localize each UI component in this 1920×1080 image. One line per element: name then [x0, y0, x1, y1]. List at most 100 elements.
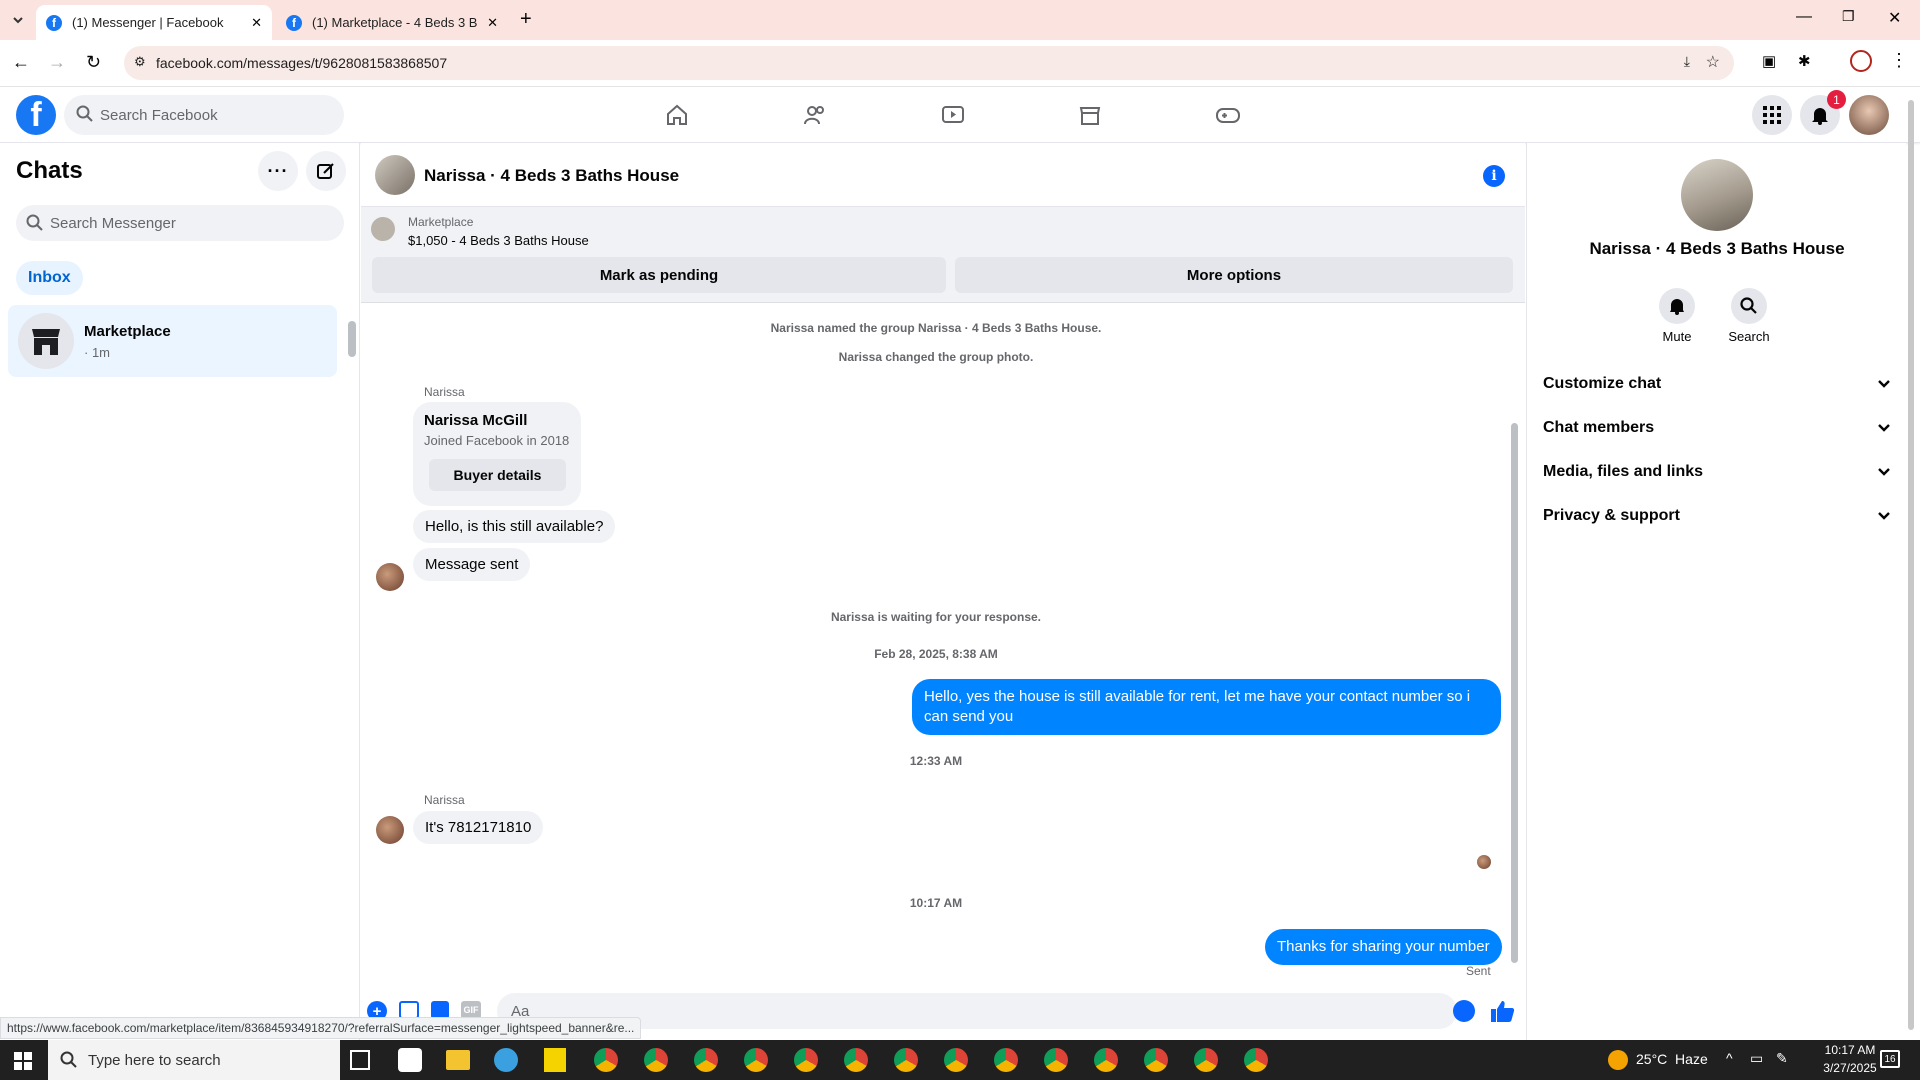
chrome-icon[interactable]	[844, 1048, 868, 1072]
chat-members-row[interactable]: Chat members	[1543, 406, 1891, 450]
back-icon[interactable]: ←	[12, 52, 30, 73]
restore-icon[interactable]: ❐	[1842, 8, 1855, 25]
info-icon[interactable]: i	[1483, 165, 1505, 187]
reload-icon[interactable]: ↻	[86, 52, 101, 73]
browser-tabstrip: f (1) Messenger | Facebook ✕ f (1) Marke…	[0, 0, 1920, 40]
more-options-button[interactable]: More options	[955, 257, 1513, 293]
taskbar-search-input[interactable]: Type here to search	[48, 1040, 340, 1080]
chat-list-item[interactable]: Marketplace · 1m	[8, 305, 337, 377]
conversation-title[interactable]: Narissa · 4 Beds 3 Baths House	[424, 166, 679, 186]
app-icon[interactable]	[398, 1048, 422, 1072]
close-tab-icon[interactable]: ✕	[487, 15, 498, 31]
tab-inbox[interactable]: Inbox	[16, 261, 83, 295]
tab-marketplace[interactable]: f (1) Marketplace - 4 Beds 3 Bath ✕	[276, 5, 508, 40]
window-close-icon[interactable]: ✕	[1888, 8, 1901, 28]
file-explorer-icon[interactable]	[446, 1050, 470, 1070]
friends-icon[interactable]	[797, 97, 833, 133]
chrome-icon[interactable]	[1144, 1048, 1168, 1072]
sidebar-scrollbar[interactable]	[348, 321, 356, 357]
sender-name: Narissa	[424, 793, 465, 807]
search-placeholder: Search Messenger	[50, 214, 176, 232]
search-messenger-input[interactable]: Search Messenger	[16, 205, 344, 241]
more-options-icon[interactable]: ···	[258, 151, 298, 191]
marketplace-avatar	[18, 313, 74, 369]
outgoing-message[interactable]: Thanks for sharing your number	[1265, 929, 1502, 965]
mute-bell-icon[interactable]	[1659, 288, 1695, 324]
account-avatar[interactable]	[1849, 95, 1889, 135]
profile-icon[interactable]	[1850, 50, 1872, 72]
thumbs-up-icon[interactable]	[1489, 999, 1515, 1023]
browser-menu-icon[interactable]: ⋮	[1890, 50, 1908, 71]
chrome-icon[interactable]	[644, 1048, 668, 1072]
emoji-icon[interactable]	[1453, 1000, 1475, 1022]
tab-search-icon[interactable]	[8, 10, 28, 30]
privacy-support-row[interactable]: Privacy & support	[1543, 494, 1891, 538]
chrome-icon[interactable]	[894, 1048, 918, 1072]
video-icon[interactable]	[935, 97, 971, 133]
facebook-search-input[interactable]: Search Facebook	[64, 95, 344, 135]
weather-icon[interactable]	[1608, 1050, 1628, 1070]
notification-badge: 1	[1827, 90, 1846, 109]
windows-start-icon[interactable]	[14, 1052, 32, 1070]
search-icon	[60, 1051, 78, 1069]
chrome-icon[interactable]	[794, 1048, 818, 1072]
media-files-links-row[interactable]: Media, files and links	[1543, 450, 1891, 494]
forward-icon[interactable]: →	[48, 52, 66, 73]
incoming-message[interactable]: Message sent	[413, 548, 531, 581]
weather-text[interactable]: 25°C Haze	[1636, 1051, 1708, 1067]
search-placeholder: Search Facebook	[100, 106, 218, 124]
pen-icon[interactable]: ✎	[1776, 1050, 1788, 1067]
network-icon[interactable]: ▭	[1750, 1050, 1763, 1067]
sticky-notes-icon[interactable]	[544, 1048, 566, 1072]
incoming-message[interactable]: Hello, is this still available?	[413, 510, 616, 543]
extensions-puzzle-icon[interactable]: ✱	[1798, 52, 1811, 70]
narissa-avatar[interactable]	[376, 816, 404, 844]
gaming-icon[interactable]	[1210, 97, 1246, 133]
conversation-scrollbar[interactable]	[1511, 423, 1518, 963]
new-message-icon[interactable]	[306, 151, 346, 191]
bookmark-star-icon[interactable]: ☆	[1706, 52, 1720, 72]
chrome-icon[interactable]	[744, 1048, 768, 1072]
marketplace-icon[interactable]	[1072, 97, 1108, 133]
narissa-avatar[interactable]	[376, 563, 404, 591]
incoming-message[interactable]: It's 7812171810	[413, 811, 544, 844]
new-tab-icon[interactable]: +	[520, 8, 532, 31]
customize-chat-row[interactable]: Customize chat	[1543, 362, 1891, 406]
close-tab-icon[interactable]: ✕	[251, 15, 262, 31]
menu-grid-icon[interactable]	[1752, 95, 1792, 135]
chrome-icon[interactable]	[944, 1048, 968, 1072]
outgoing-message[interactable]: Hello, yes the house is still available …	[912, 679, 1501, 735]
section-label: Media, files and links	[1543, 463, 1704, 480]
search-in-conversation-icon[interactable]	[1731, 288, 1767, 324]
marketplace-listing-banner[interactable]: Marketplace $1,050 - 4 Beds 3 Baths Hous…	[361, 207, 1525, 303]
clock-date[interactable]: 3/27/2025	[1812, 1061, 1888, 1075]
home-icon[interactable]	[659, 97, 695, 133]
chrome-icon[interactable]	[694, 1048, 718, 1072]
address-bar[interactable]: ⚙ facebook.com/messages/t/96280815838685…	[124, 46, 1734, 80]
install-app-icon[interactable]: ⤓	[1684, 53, 1690, 70]
page-scrollbar[interactable]	[1908, 100, 1914, 1030]
chrome-icon[interactable]	[1044, 1048, 1068, 1072]
minimize-icon[interactable]: —	[1796, 8, 1812, 26]
site-info-icon[interactable]: ⚙	[134, 54, 146, 70]
chrome-icon[interactable]	[594, 1048, 618, 1072]
chrome-icon[interactable]	[1244, 1048, 1268, 1072]
tab-title: (1) Marketplace - 4 Beds 3 Bath	[312, 15, 478, 30]
group-photo-large[interactable]	[1681, 159, 1753, 231]
buyer-details-button[interactable]: Buyer details	[429, 459, 566, 491]
notification-center-icon[interactable]: 16	[1880, 1050, 1900, 1068]
buyer-joined: Joined Facebook in 2018	[424, 433, 570, 448]
chrome-icon[interactable]	[1094, 1048, 1118, 1072]
tray-chevron-up-icon[interactable]: ^	[1726, 1050, 1733, 1066]
listing-title: $1,050 - 4 Beds 3 Baths House	[408, 233, 589, 248]
task-view-icon[interactable]	[350, 1050, 370, 1070]
clock-time[interactable]: 10:17 AM	[1812, 1043, 1888, 1057]
mark-as-pending-button[interactable]: Mark as pending	[372, 257, 946, 293]
app-icon[interactable]	[494, 1048, 518, 1072]
extension-icon[interactable]: ▣	[1762, 52, 1776, 70]
tab-messenger[interactable]: f (1) Messenger | Facebook ✕	[36, 5, 272, 40]
group-photo-avatar[interactable]	[375, 155, 415, 195]
chrome-icon[interactable]	[1194, 1048, 1218, 1072]
chrome-icon[interactable]	[994, 1048, 1018, 1072]
facebook-logo[interactable]: f	[16, 95, 56, 135]
